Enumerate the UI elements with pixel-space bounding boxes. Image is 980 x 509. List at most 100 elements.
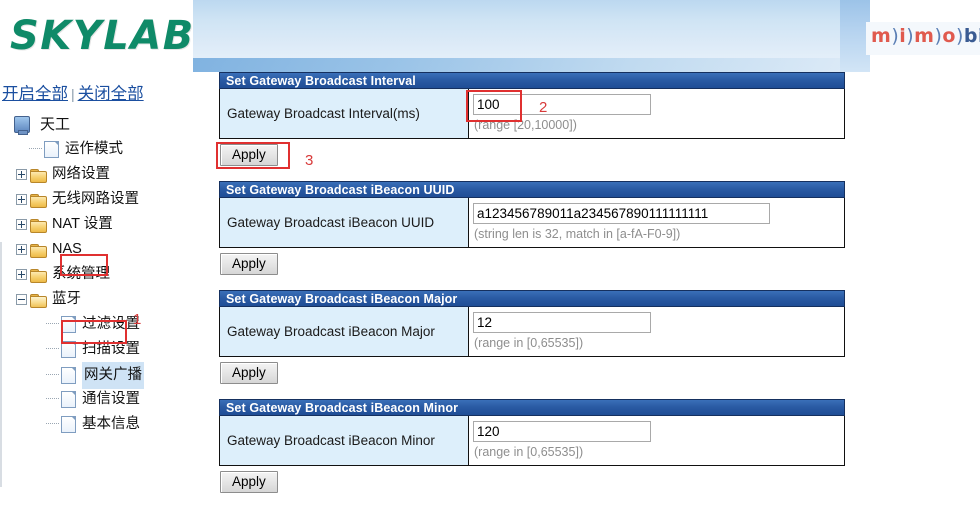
annotation-marker-1: 1 [133,311,142,328]
panel-body: Gateway Broadcast iBeacon Major (range i… [219,307,845,357]
sidebar-item-label: 无线网路设置 [52,191,139,207]
sidebar-item-system-management[interactable]: 系统管理 [6,262,144,287]
skylab-logo: SKYLAB [10,13,195,59]
sidebar-item-scan-settings[interactable]: 扫描设置 [6,337,144,362]
apply-button-uuid[interactable]: Apply [220,253,278,275]
apply-button-interval[interactable]: Apply [220,144,278,166]
header-banner-strip [193,58,865,72]
page-icon [61,316,76,333]
page-icon [61,391,76,408]
expand-plus-icon[interactable] [16,244,27,255]
sidebar-item-nat-settings[interactable]: NAT 设置 [6,212,144,237]
tree-connector [46,348,59,350]
panel-title: Set Gateway Broadcast iBeacon Minor [219,399,845,416]
tree-connector [46,374,59,376]
tree-root-label: 天工 [40,116,71,133]
sidebar-item-bluetooth[interactable]: 蓝牙 [6,287,144,312]
ibeacon-major-input[interactable] [473,312,651,333]
sidebar-item-gateway-broadcast[interactable]: 网关广播 [6,362,144,389]
sidebar-item-label: 基本信息 [82,416,140,432]
sidebar-item-label: NAS [52,241,82,257]
sidebar: 开启全部 | 关闭全部 天工 运作模式 网络设置 无线网路设置 NAT 设置 NAS… [0,72,193,509]
expand-all-link[interactable]: 开启全部 [2,85,68,103]
mimo-logo-m1: m [871,25,892,47]
sidebar-item-operation-mode[interactable]: 运作模式 [6,137,144,162]
folder-open-icon [30,293,47,308]
expand-plus-icon[interactable] [16,219,27,230]
expand-plus-icon[interactable] [16,269,27,280]
folder-icon [30,243,47,258]
mimo-logo-m2: m [914,25,935,47]
toggle-separator: | [71,86,75,102]
mimo-logo-paren4: ) [955,25,964,47]
apply-row: Apply [219,466,845,493]
computer-icon [14,116,30,135]
field-label: Gateway Broadcast Interval(ms) [220,89,469,138]
annotation-marker-2: 2 [539,99,548,116]
mimo-logo-tail: bi [963,25,980,47]
sidebar-item-label: 过滤设置 [82,316,140,332]
collapse-minus-icon[interactable] [16,294,27,305]
sidebar-item-nas[interactable]: NAS [6,237,144,262]
sidebar-item-label: 扫描设置 [82,341,140,357]
field-container: (range in [0,65535]) [469,307,844,356]
sidebar-item-filter-settings[interactable]: 过滤设置 [6,312,144,337]
sidebar-item-label: 运作模式 [65,141,123,157]
sidebar-item-label: 网关广播 [82,362,144,389]
folder-icon [30,268,47,283]
tree-connector [46,398,59,400]
tree-connector [29,148,42,150]
collapse-all-link[interactable]: 关闭全部 [78,85,144,103]
page-icon [44,141,59,158]
apply-row: Apply [219,248,845,275]
mimo-logo-o: o [942,25,956,47]
expand-plus-icon[interactable] [16,169,27,180]
field-label: Gateway Broadcast iBeacon Major [220,307,469,356]
panel-body: Gateway Broadcast iBeacon UUID (string l… [219,198,845,248]
panel-ibeacon-uuid: Set Gateway Broadcast iBeacon UUID Gatew… [219,181,845,275]
ibeacon-minor-input[interactable] [473,421,651,442]
apply-row: Apply [219,357,845,384]
sidebar-item-label: NAT 设置 [52,216,113,232]
sidebar-item-label: 网络设置 [52,166,110,182]
field-label: Gateway Broadcast iBeacon Minor [220,416,469,465]
page-icon [61,416,76,433]
navigation-tree: 天工 运作模式 网络设置 无线网路设置 NAT 设置 NAS 系统管理 蓝牙 过… [6,112,144,437]
field-hint: (range in [0,65535]) [474,445,584,459]
panel-title: Set Gateway Broadcast Interval [219,72,845,89]
apply-button-major[interactable]: Apply [220,362,278,384]
expand-plus-icon[interactable] [16,194,27,205]
tree-connector [46,423,59,425]
mimo-logo: m)i)m)o)bi [866,22,980,55]
folder-icon [30,218,47,233]
sidebar-item-basic-info[interactable]: 基本信息 [6,412,144,437]
folder-icon [30,168,47,183]
tree-toggle-links: 开启全部 | 关闭全部 [2,80,144,104]
field-container: (string len is 32, match in [a-fA-F0-9]) [469,198,844,247]
panel-ibeacon-major: Set Gateway Broadcast iBeacon Major Gate… [219,290,845,384]
tree-connector [46,323,59,325]
field-hint: (range in [0,65535]) [474,336,584,350]
folder-icon [30,193,47,208]
panel-body: Gateway Broadcast iBeacon Minor (range i… [219,416,845,466]
mimo-logo-paren2: ) [906,25,915,47]
tree-root-tiangong[interactable]: 天工 [6,112,144,137]
panel-ibeacon-minor: Set Gateway Broadcast iBeacon Minor Gate… [219,399,845,493]
panel-title: Set Gateway Broadcast iBeacon Major [219,290,845,307]
field-hint: (string len is 32, match in [a-fA-F0-9]) [474,227,681,241]
field-hint: (range [20,10000]) [474,118,577,132]
sidebar-item-communication-settings[interactable]: 通信设置 [6,387,144,412]
apply-button-minor[interactable]: Apply [220,471,278,493]
sidebar-item-label: 系统管理 [52,266,110,282]
sidebar-item-network-settings[interactable]: 网络设置 [6,162,144,187]
sidebar-item-wireless-settings[interactable]: 无线网路设置 [6,187,144,212]
sidebar-item-label: 蓝牙 [52,291,81,307]
broadcast-interval-input[interactable] [473,94,651,115]
page-icon [61,341,76,358]
panel-title: Set Gateway Broadcast iBeacon UUID [219,181,845,198]
panel-body: Gateway Broadcast Interval(ms) (range [2… [219,89,845,139]
main-content: Set Gateway Broadcast Interval Gateway B… [219,72,859,493]
annotation-marker-3: 3 [305,152,314,169]
sidebar-item-label: 通信设置 [82,391,140,407]
ibeacon-uuid-input[interactable] [473,203,770,224]
